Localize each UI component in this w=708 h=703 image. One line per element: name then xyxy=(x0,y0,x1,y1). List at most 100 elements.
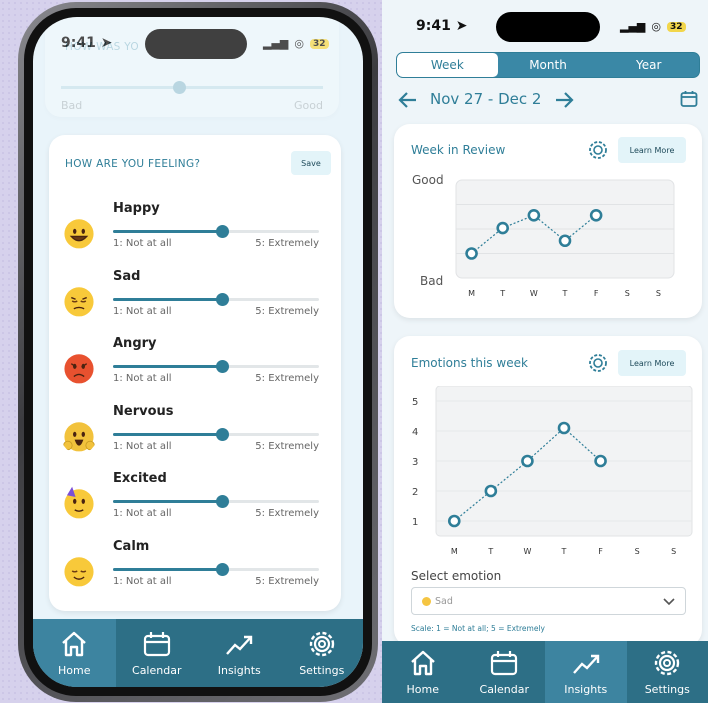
feeling-card: HOW ARE YOU FEELING? Save Happy 1: Not at… xyxy=(49,135,341,611)
tab-settings[interactable]: Settings xyxy=(627,641,708,703)
scale-low-label: 1: Not at all xyxy=(113,575,172,587)
tab-insights[interactable]: Insights xyxy=(198,619,281,687)
chart-data-point xyxy=(496,221,510,235)
emotion-slider[interactable] xyxy=(113,427,319,441)
y-label-bad: Bad xyxy=(420,274,444,288)
week-review-title: Week in Review xyxy=(411,143,506,157)
right-phone-screen: 9:41 ➤ ▂▄▆ ◎ 32 Week Month Year Nov 27 -… xyxy=(382,0,708,703)
chart-data-point xyxy=(594,454,607,468)
emotion-select-value: Sad xyxy=(435,595,453,607)
chart-y-tick: 5 xyxy=(412,397,418,408)
arrow-left-icon[interactable] xyxy=(398,91,418,109)
scale-low-label: 1: Not at all xyxy=(113,440,172,452)
left-tab-bar: Home Calendar Insights Settings xyxy=(33,619,363,687)
emotion-row-sad: Sad 1: Not at all 5: Extremely xyxy=(61,269,326,329)
chart-y-tick: 3 xyxy=(412,457,418,468)
emotion-slider-knob[interactable] xyxy=(216,292,230,306)
chart-data-point xyxy=(447,514,461,528)
tab-home[interactable]: Home xyxy=(382,641,464,703)
tab-insights[interactable]: Insights xyxy=(545,641,627,703)
status-time: 9:41 ➤ xyxy=(416,18,467,34)
insights-icon xyxy=(572,654,599,674)
emotion-slider-fill xyxy=(113,432,223,436)
chart-x-tick: M xyxy=(451,547,458,556)
scale-high-label: 5: Extremely xyxy=(255,440,319,452)
arrow-right-icon[interactable] xyxy=(554,91,574,109)
emotion-slider[interactable] xyxy=(113,225,319,238)
emotion-name: Happy xyxy=(113,201,160,216)
tab-settings[interactable]: Settings xyxy=(281,619,364,687)
chart-x-tick: T xyxy=(561,547,567,556)
chart-data-point xyxy=(589,208,603,222)
right-tab-bar: Home Calendar Insights Settings xyxy=(382,641,708,703)
tab-home[interactable]: Home xyxy=(33,619,116,687)
tab-home-label: Home xyxy=(58,663,91,677)
chart-x-tick: T xyxy=(487,547,493,556)
emotion-row-excited: Excited 1: Not at all 5: Extremely xyxy=(61,471,326,531)
gear-icon[interactable] xyxy=(588,353,608,373)
chart-y-tick: 1 xyxy=(412,517,418,528)
previous-scale-low: Bad xyxy=(61,99,83,112)
left-phone-screen: 9:41 ➤ ▂▄▆ ◎ 32 HOW WAS YO Bad Good HOW … xyxy=(33,17,363,687)
previous-card-title: HOW WAS YO xyxy=(65,41,139,53)
scale-low-label: 1: Not at all xyxy=(113,238,172,249)
segment-year[interactable]: Year xyxy=(598,53,699,77)
segment-month[interactable]: Month xyxy=(498,53,599,77)
tab-settings-label: Settings xyxy=(644,682,690,696)
battery-icon: 32 xyxy=(667,21,686,32)
pensive-face-icon xyxy=(64,286,94,316)
phone-bezel: 9:41 ➤ ▂▄▆ ◎ 32 HOW WAS YO Bad Good HOW … xyxy=(24,8,372,696)
emotion-slider[interactable] xyxy=(113,562,319,576)
angry-face-icon xyxy=(64,354,94,384)
dynamic-island xyxy=(496,12,600,42)
emotion-name: Calm xyxy=(113,538,150,554)
grinning-face-icon xyxy=(64,219,94,249)
chart-x-tick: T xyxy=(562,289,568,298)
chart-data-point xyxy=(558,234,572,248)
calendar-icon[interactable] xyxy=(680,90,698,108)
previous-slider-knob xyxy=(173,81,186,94)
chart-data-point xyxy=(465,247,478,260)
previous-mood-card: HOW WAS YO Bad Good xyxy=(45,17,339,117)
chart-x-tick: T xyxy=(499,289,505,298)
emotion-slider-knob[interactable] xyxy=(216,360,230,373)
emotion-slider-knob[interactable] xyxy=(216,562,230,576)
emotion-slider-knob[interactable] xyxy=(216,427,230,441)
chart-data-point xyxy=(484,484,498,498)
calendar-icon xyxy=(143,631,170,656)
home-icon xyxy=(62,631,87,656)
previous-slider-track xyxy=(61,86,323,89)
emotion-slider-fill xyxy=(113,500,223,503)
tab-calendar[interactable]: Calendar xyxy=(464,641,546,703)
emotion-slider-knob[interactable] xyxy=(216,225,230,238)
gear-icon xyxy=(655,650,680,675)
tab-calendar[interactable]: Calendar xyxy=(116,619,199,687)
chart-x-tick: S xyxy=(671,547,676,556)
date-navigator: Nov 27 - Dec 2 xyxy=(398,88,698,112)
week-review-card: Week in Review Learn More Good Bad M T W T F… xyxy=(394,124,702,318)
save-button[interactable]: Save xyxy=(291,151,331,175)
tab-insights-label: Insights xyxy=(564,682,608,696)
learn-more-button[interactable]: Learn More xyxy=(618,350,686,376)
emotion-row-calm: Calm 1: Not at all 5: Extremely xyxy=(61,539,326,599)
emotion-slider[interactable] xyxy=(113,292,319,306)
calendar-icon xyxy=(491,650,518,675)
date-range: Nov 27 - Dec 2 xyxy=(430,90,542,108)
segment-week[interactable]: Week xyxy=(397,53,498,77)
emotion-select[interactable]: Sad xyxy=(411,587,686,615)
emotion-slider[interactable] xyxy=(113,495,319,508)
emotion-slider[interactable] xyxy=(113,360,319,373)
chart-y-tick: 4 xyxy=(412,427,418,438)
tab-settings-label: Settings xyxy=(299,663,345,677)
scale-high-label: 5: Extremely xyxy=(255,238,319,249)
chart-x-tick: S xyxy=(656,289,661,298)
status-time-text: 9:41 xyxy=(416,18,451,34)
screaming-face-icon xyxy=(63,421,95,451)
emotion-name: Excited xyxy=(113,471,167,486)
chart-data-point xyxy=(527,208,541,222)
learn-more-button[interactable]: Learn More xyxy=(618,137,686,163)
gear-icon[interactable] xyxy=(588,140,608,160)
emotion-slider-knob[interactable] xyxy=(216,495,230,508)
emotion-slider-fill xyxy=(113,230,223,233)
tab-calendar-label: Calendar xyxy=(132,663,182,677)
